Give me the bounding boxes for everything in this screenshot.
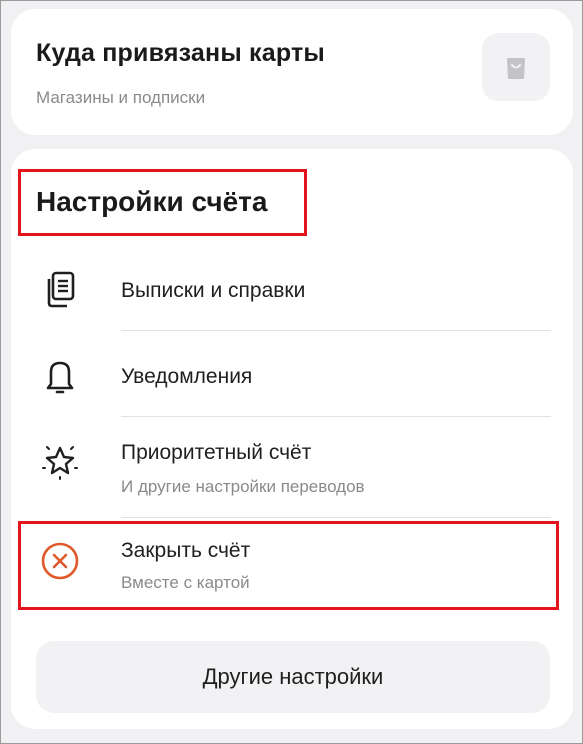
linked-cards-card[interactable]: Куда привязаны карты Магазины и подписки (11, 9, 573, 135)
menu-item-priority-account[interactable]: Приоритетный счёт И другие настройки пер… (11, 431, 573, 507)
account-settings-title: Настройки счёта (36, 186, 268, 217)
star-icon (36, 437, 84, 485)
menu-item-statements[interactable]: Выписки и справки (11, 265, 573, 331)
menu-item-notifications[interactable]: Уведомления (11, 349, 573, 415)
divider (121, 416, 551, 417)
shopping-bag-icon (507, 58, 525, 79)
other-settings-button[interactable]: Другие настройки (36, 641, 550, 713)
menu-item-close-account[interactable]: Закрыть счёт Вместе с картой (11, 527, 573, 601)
menu-item-label: Выписки и справки (121, 279, 306, 302)
menu-item-subtitle: Вместе с картой (121, 573, 250, 592)
screen-frame: Куда привязаны карты Магазины и подписки… (0, 0, 583, 744)
shopping-bag-button[interactable] (482, 33, 550, 101)
account-settings-card: Настройки счёта Выписки и справки Уведом… (11, 149, 573, 729)
menu-item-label: Приоритетный счёт (121, 441, 312, 464)
menu-item-label: Закрыть счёт (121, 539, 251, 562)
menu-item-subtitle: И другие настройки переводов (121, 477, 365, 496)
linked-cards-subtitle: Магазины и подписки (36, 88, 206, 107)
divider (121, 517, 551, 518)
documents-icon (36, 266, 84, 314)
close-circle-icon (36, 537, 84, 585)
bell-icon (36, 353, 84, 401)
linked-cards-title: Куда привязаны карты (36, 39, 325, 67)
menu-item-label: Уведомления (121, 365, 253, 388)
divider (121, 330, 551, 331)
